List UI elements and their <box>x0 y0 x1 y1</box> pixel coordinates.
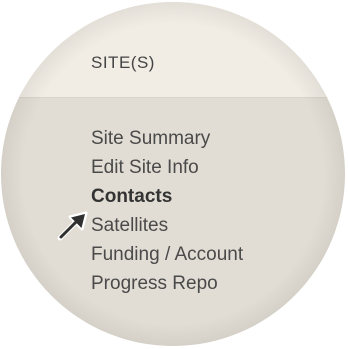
magnified-menu-view: SITE(S) Site Summary Edit Site Info Cont… <box>1 2 345 346</box>
section-header: SITE(S) <box>1 2 345 98</box>
nav-item-funding-account[interactable]: Funding / Account <box>91 240 243 269</box>
nav-item-site-summary[interactable]: Site Summary <box>91 124 243 153</box>
arrow-pointer-icon <box>57 211 88 241</box>
nav-item-satellites[interactable]: Satellites <box>91 211 243 240</box>
section-title: SITE(S) <box>91 53 155 72</box>
site-nav-menu: Site Summary Edit Site Info Contacts Sat… <box>91 124 243 298</box>
nav-item-contacts[interactable]: Contacts <box>91 182 243 211</box>
nav-item-edit-site-info[interactable]: Edit Site Info <box>91 153 243 182</box>
nav-item-progress-report[interactable]: Progress Repo <box>91 269 243 298</box>
